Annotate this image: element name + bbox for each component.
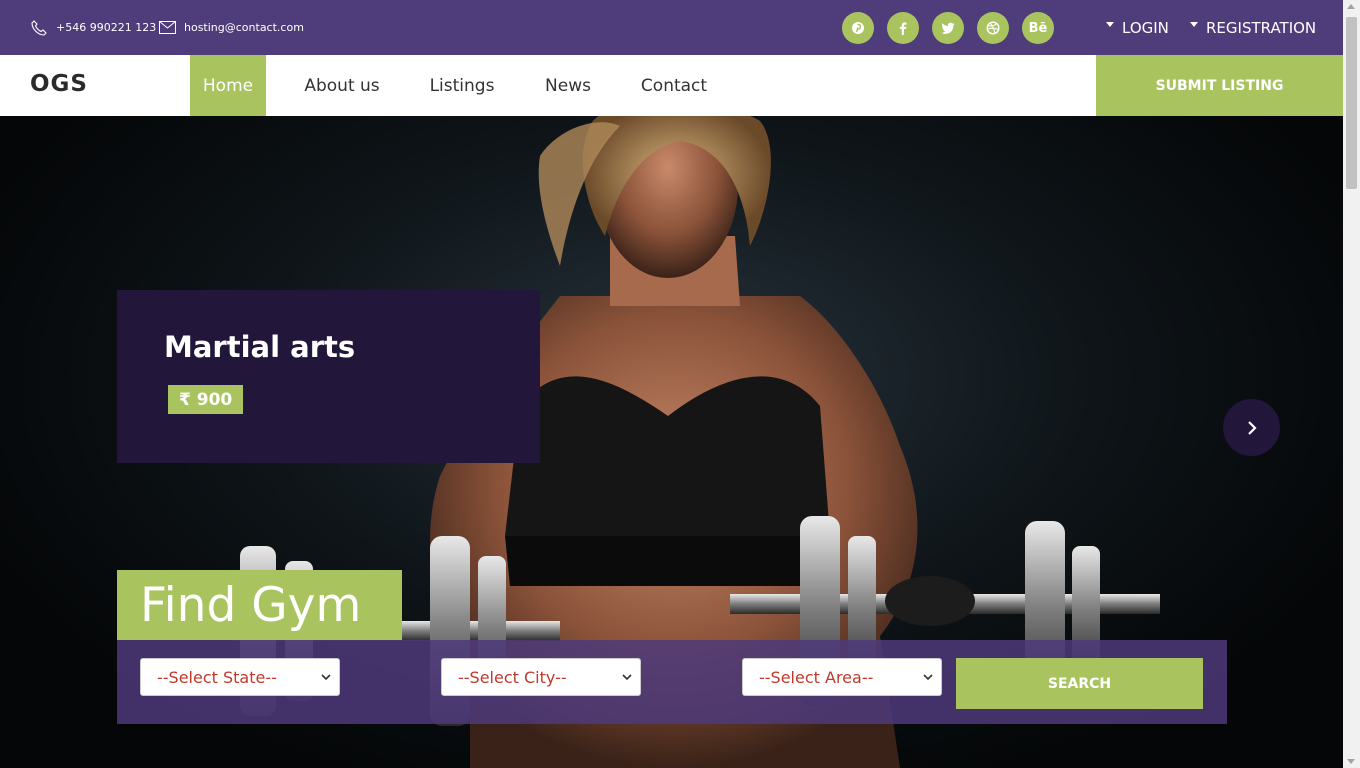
nav-news[interactable]: News [533, 55, 603, 116]
slider-next-button[interactable] [1223, 399, 1280, 456]
scroll-down-arrow-icon[interactable] [1347, 759, 1355, 764]
email-address: hosting@contact.com [184, 21, 304, 34]
main-navbar: OGS Home About us Listings News Contact … [0, 55, 1343, 116]
slide-caption: Martial arts ₹ 900 [117, 290, 540, 463]
twitter-icon [941, 22, 955, 34]
search-button[interactable]: SEARCH [956, 658, 1203, 709]
pinterest-button[interactable] [842, 12, 874, 44]
site-logo[interactable]: OGS [30, 71, 88, 97]
search-panel: --Select State-- --Select City-- --Selec… [117, 640, 1227, 724]
registration-link[interactable]: REGISTRATION [1190, 0, 1316, 55]
behance-icon: Bē [1028, 20, 1048, 36]
nav-contact[interactable]: Contact [630, 55, 718, 116]
dribbble-icon [986, 21, 1000, 35]
city-select-value: --Select City-- [458, 667, 567, 687]
email-contact[interactable]: hosting@contact.com [158, 0, 304, 55]
phone-icon [30, 19, 48, 37]
mail-icon [158, 19, 176, 37]
phone-contact[interactable]: +546 990221 123 [30, 0, 156, 55]
state-select[interactable]: --Select State-- [140, 658, 340, 696]
area-select[interactable]: --Select Area-- [742, 658, 942, 696]
state-select-value: --Select State-- [157, 667, 277, 687]
page-scrollbar[interactable] [1343, 0, 1360, 768]
behance-button[interactable]: Bē [1022, 12, 1054, 44]
dribbble-button[interactable] [977, 12, 1009, 44]
nav-about-us[interactable]: About us [292, 55, 392, 116]
registration-label: REGISTRATION [1206, 18, 1317, 37]
facebook-button[interactable] [887, 12, 919, 44]
nav-home[interactable]: Home [190, 55, 266, 116]
pinterest-icon [852, 22, 864, 34]
chevron-down-icon [321, 674, 331, 681]
login-label: LOGIN [1122, 18, 1169, 37]
caret-down-icon [1190, 22, 1198, 27]
chevron-right-icon [1247, 420, 1257, 435]
phone-number: +546 990221 123 [56, 21, 157, 34]
slide-title: Martial arts [164, 330, 356, 364]
find-gym-heading: Find Gym [117, 570, 402, 640]
nav-listings[interactable]: Listings [418, 55, 506, 116]
chevron-down-icon [622, 674, 632, 681]
price-badge: ₹ 900 [168, 385, 244, 414]
top-bar: +546 990221 123 hosting@contact.com Bē L… [0, 0, 1343, 55]
scroll-up-arrow-icon[interactable] [1347, 4, 1355, 9]
scrollbar-thumb[interactable] [1346, 17, 1357, 189]
hero-slider: Martial arts ₹ 900 Find Gym --Select Sta… [0, 116, 1343, 768]
area-select-value: --Select Area-- [759, 667, 874, 687]
caret-down-icon [1106, 22, 1114, 27]
submit-listing-button[interactable]: SUBMIT LISTING [1096, 55, 1343, 116]
facebook-icon [900, 22, 907, 35]
city-select[interactable]: --Select City-- [441, 658, 641, 696]
chevron-down-icon [923, 674, 933, 681]
login-link[interactable]: LOGIN [1106, 0, 1169, 55]
twitter-button[interactable] [932, 12, 964, 44]
